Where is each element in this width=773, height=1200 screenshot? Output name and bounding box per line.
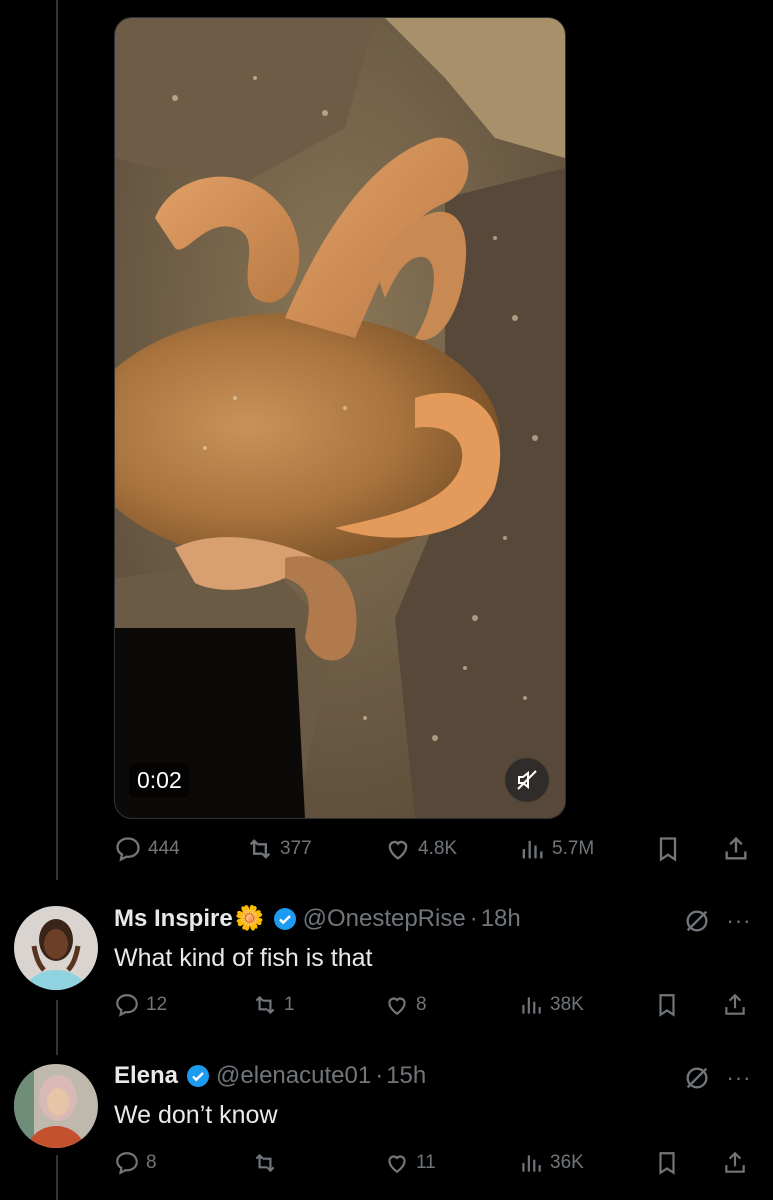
reply-2-time[interactable]: 15h (386, 1062, 426, 1090)
reply-1-repost-count: 1 (284, 994, 295, 1015)
views-chart-icon (522, 1155, 541, 1172)
views-chart-icon (522, 997, 541, 1014)
reply-1-handle[interactable]: @OnestepRise (303, 905, 466, 933)
reply-2-reply-button[interactable]: 8 (114, 1146, 157, 1180)
reply-1-bookmark-button[interactable] (654, 988, 680, 1022)
like-button[interactable]: 4.8K (384, 832, 457, 866)
heart-icon (388, 1155, 406, 1173)
thread-line-bottom (56, 1155, 58, 1200)
repost-icon (255, 995, 275, 1015)
thread-line-top (56, 0, 58, 880)
reply-1-views-count: 38K (550, 994, 584, 1015)
share-icon (725, 993, 745, 1015)
grok-icon[interactable] (682, 906, 712, 936)
repost-icon (249, 839, 271, 859)
repost-icon (255, 1153, 275, 1173)
like-count: 4.8K (418, 838, 458, 859)
avatar-image (14, 1064, 98, 1148)
share-icon (725, 1151, 745, 1173)
share-button[interactable] (722, 832, 750, 866)
reply-icon (116, 837, 140, 862)
repost-button[interactable]: 377 (246, 832, 312, 866)
reply-1-text: What kind of fish is that (114, 944, 373, 972)
reply-2-repost-button[interactable] (252, 1146, 284, 1180)
avatar-elena[interactable] (14, 1064, 98, 1148)
reply-1-views-button[interactable]: 38K (518, 988, 584, 1022)
bookmark-icon (659, 994, 675, 1017)
grok-icon[interactable] (682, 1063, 712, 1093)
video-player[interactable]: 0:02 (114, 17, 566, 819)
reply-1-header: Ms Inspire 🌼 @OnestepRise · 18h (114, 904, 521, 933)
reply-2-author-name[interactable]: Elena (114, 1062, 178, 1090)
reply-1-flower-emoji: 🌼 (234, 905, 265, 932)
post-action-bar: 444 377 4.8K 5.7M (114, 832, 754, 866)
repost-count: 377 (280, 838, 312, 859)
heart-icon (388, 997, 406, 1015)
views-count: 5.7M (552, 838, 595, 859)
reply-2-reply-count: 8 (146, 1152, 157, 1173)
heart-icon (388, 840, 408, 860)
reply-button[interactable]: 444 (114, 832, 180, 866)
speaker-muted-icon (517, 770, 537, 790)
reply-1-action-bar: 12 1 8 38K (114, 988, 754, 1022)
reply-2-bookmark-button[interactable] (654, 1146, 680, 1180)
avatar-ms-inspire[interactable] (14, 906, 98, 990)
separator-dot: · (469, 904, 478, 932)
reply-1-share-button[interactable] (722, 988, 748, 1022)
reply-2-views-count: 36K (550, 1152, 584, 1173)
thread-line-middle (56, 1000, 58, 1055)
reply-1-repost-button[interactable]: 1 (252, 988, 295, 1022)
reply-2-views-button[interactable]: 36K (518, 1146, 584, 1180)
reply-1-reply-button[interactable]: 12 (114, 988, 167, 1022)
reply-1-like-count: 8 (416, 994, 427, 1015)
views-button[interactable]: 5.7M (518, 832, 594, 866)
reply-2-share-button[interactable] (722, 1146, 748, 1180)
mute-button[interactable] (505, 758, 549, 802)
video-timestamp: 0:02 (129, 763, 190, 798)
reply-count: 444 (148, 838, 180, 859)
verified-badge-icon (273, 907, 296, 930)
bookmark-button[interactable] (654, 832, 682, 866)
views-chart-icon (522, 840, 543, 859)
reply-2-action-bar: 8 11 36K (114, 1146, 754, 1180)
verified-badge-icon (187, 1065, 210, 1087)
reply-icon (116, 994, 138, 1017)
share-icon (725, 836, 747, 860)
more-options-icon[interactable]: ··· (724, 906, 754, 936)
reply-1-like-button[interactable]: 8 (384, 988, 427, 1022)
reply-2-like-button[interactable]: 11 (384, 1146, 436, 1180)
reply-2-header: Elena @elenacute01 · 15h (114, 1062, 426, 1090)
avatar-image (14, 906, 98, 990)
more-options-icon[interactable]: ··· (724, 1063, 754, 1093)
separator-dot: · (375, 1062, 384, 1089)
reply-icon (116, 1152, 138, 1175)
reply-1-reply-count: 12 (146, 994, 168, 1015)
video-frame-octopus (115, 18, 565, 818)
reply-2-like-count: 11 (416, 1152, 436, 1173)
reply-2-text: We don’t know (114, 1101, 278, 1129)
bookmark-icon (659, 837, 677, 862)
reply-1-author-name[interactable]: Ms Inspire (114, 905, 233, 933)
bookmark-icon (659, 1152, 675, 1175)
reply-2-handle[interactable]: @elenacute01 (216, 1062, 371, 1090)
reply-1-time[interactable]: 18h (481, 905, 521, 933)
